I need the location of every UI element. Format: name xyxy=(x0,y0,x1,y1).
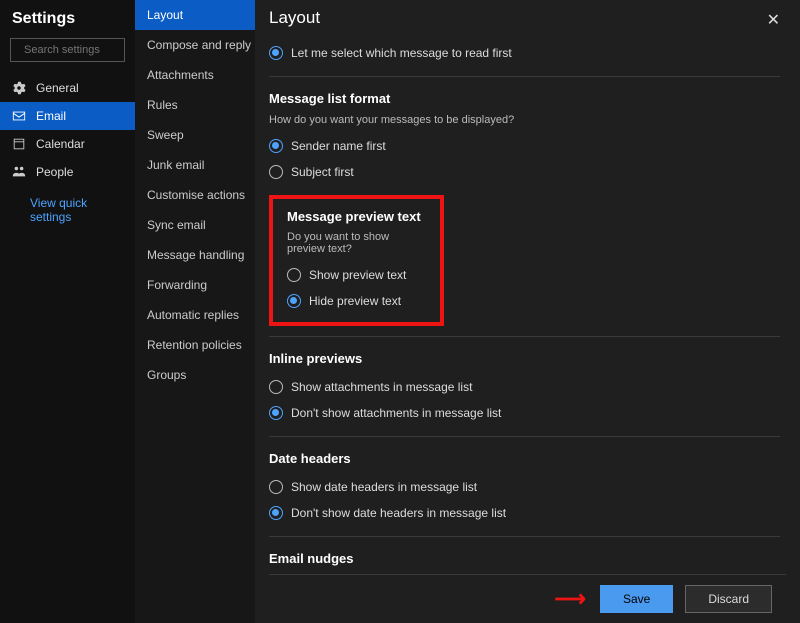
radio-focused-opt[interactable]: Let me select which message to read firs… xyxy=(269,40,780,66)
section-preview-text-highlight: Message preview text Do you want to show… xyxy=(269,195,444,326)
nav-general[interactable]: General xyxy=(0,74,135,102)
mid-item-sync[interactable]: Sync email xyxy=(135,210,255,240)
radio-icon xyxy=(269,139,283,153)
search-input-container[interactable] xyxy=(10,38,125,62)
mid-item-groups[interactable]: Groups xyxy=(135,360,255,390)
radio-icon xyxy=(269,380,283,394)
radio-label: Show attachments in message list xyxy=(291,380,472,394)
mid-item-attachments[interactable]: Attachments xyxy=(135,60,255,90)
section-date-headers: Date headers Show date headers in messag… xyxy=(269,436,780,526)
page-title: Layout xyxy=(269,8,320,28)
section-title: Email nudges xyxy=(269,551,780,566)
main-panel: Layout ✕ Let me select which message to … xyxy=(255,0,800,623)
radio-label: Don't show attachments in message list xyxy=(291,406,501,420)
mid-item-forwarding[interactable]: Forwarding xyxy=(135,270,255,300)
radio-icon xyxy=(269,46,283,60)
footer: ⟶ Save Discard xyxy=(269,574,786,623)
nav-people[interactable]: People xyxy=(0,158,135,186)
nav-label: General xyxy=(36,81,79,95)
mid-item-handling[interactable]: Message handling xyxy=(135,240,255,270)
nav-email[interactable]: Email xyxy=(0,102,135,130)
view-quick-settings-link[interactable]: View quick settings xyxy=(0,186,135,234)
mid-item-compose[interactable]: Compose and reply xyxy=(135,30,255,60)
radio-label: Hide preview text xyxy=(309,294,401,308)
section-subtitle: Do you want to show preview text? xyxy=(287,231,426,255)
settings-title: Settings xyxy=(0,8,135,38)
mid-item-retention[interactable]: Retention policies xyxy=(135,330,255,360)
settings-sidebar: Settings General Email Calendar People V… xyxy=(0,0,135,623)
radio-icon xyxy=(269,165,283,179)
section-title: Message preview text xyxy=(287,209,426,224)
mid-item-autoreplies[interactable]: Automatic replies xyxy=(135,300,255,330)
mid-item-layout[interactable]: Layout xyxy=(135,0,255,30)
radio-sender-first[interactable]: Sender name first xyxy=(269,133,780,159)
section-email-nudges: Email nudges Outlook can help you rememb… xyxy=(269,536,780,574)
main-header: Layout ✕ xyxy=(269,8,786,32)
mid-item-sweep[interactable]: Sweep xyxy=(135,120,255,150)
radio-label: Let me select which message to read firs… xyxy=(291,46,512,60)
section-message-list: Message list format How do you want your… xyxy=(269,76,780,185)
radio-show-date[interactable]: Show date headers in message list xyxy=(269,474,780,500)
nav-label: People xyxy=(36,165,73,179)
radio-icon xyxy=(269,406,283,420)
section-inline-previews: Inline previews Show attachments in mess… xyxy=(269,336,780,426)
gear-icon xyxy=(12,81,26,95)
radio-hide-attachments[interactable]: Don't show attachments in message list xyxy=(269,400,780,426)
category-sidebar: Layout Compose and reply Attachments Rul… xyxy=(135,0,255,623)
section-title: Message list format xyxy=(269,91,780,106)
mid-item-customise[interactable]: Customise actions xyxy=(135,180,255,210)
section-title: Date headers xyxy=(269,451,780,466)
radio-label: Show preview text xyxy=(309,268,406,282)
radio-icon xyxy=(269,480,283,494)
radio-icon xyxy=(269,506,283,520)
section-subtitle: How do you want your messages to be disp… xyxy=(269,114,780,126)
nav-calendar[interactable]: Calendar xyxy=(0,130,135,158)
mid-item-rules[interactable]: Rules xyxy=(135,90,255,120)
save-button[interactable]: Save xyxy=(600,585,673,613)
radio-subject-first[interactable]: Subject first xyxy=(269,159,780,185)
people-icon xyxy=(12,165,26,179)
arrow-annotation-icon: ⟶ xyxy=(554,586,584,612)
nav-label: Calendar xyxy=(36,137,85,151)
radio-label: Don't show date headers in message list xyxy=(291,506,506,520)
radio-label: Show date headers in message list xyxy=(291,480,477,494)
radio-hide-date[interactable]: Don't show date headers in message list xyxy=(269,500,780,526)
close-button[interactable]: ✕ xyxy=(761,8,786,32)
content-scroll: Let me select which message to read firs… xyxy=(269,40,786,574)
calendar-icon xyxy=(12,137,26,151)
nav-label: Email xyxy=(36,109,66,123)
radio-label: Sender name first xyxy=(291,139,386,153)
discard-button[interactable]: Discard xyxy=(685,585,772,613)
mail-icon xyxy=(12,109,26,123)
radio-show-preview[interactable]: Show preview text xyxy=(287,262,426,288)
radio-hide-preview[interactable]: Hide preview text xyxy=(287,288,426,314)
radio-icon xyxy=(287,268,301,282)
radio-icon xyxy=(287,294,301,308)
radio-label: Subject first xyxy=(291,165,354,179)
section-title: Inline previews xyxy=(269,351,780,366)
radio-show-attachments[interactable]: Show attachments in message list xyxy=(269,374,780,400)
mid-item-junk[interactable]: Junk email xyxy=(135,150,255,180)
